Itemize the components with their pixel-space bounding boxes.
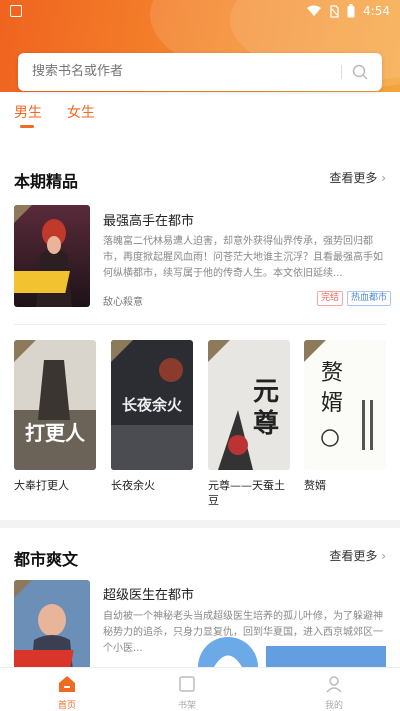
chevron-right-icon: › bbox=[381, 171, 386, 185]
gender-tabs: 男生 女生 bbox=[0, 100, 400, 134]
search-icon[interactable] bbox=[352, 64, 368, 80]
nav-label: 首页 bbox=[57, 701, 76, 711]
header: 4:54 男生 女生 bbox=[0, 0, 400, 150]
status-badge: 完结 bbox=[317, 291, 344, 306]
book-card[interactable]: 元 尊 元尊——天蚕土豆 bbox=[208, 340, 290, 508]
book-cover[interactable]: 元 尊 bbox=[208, 340, 290, 470]
section-featured: 本期精品 查看更多 › 最强高手在都市 落魄富二代林易遭人迫害，却意外获得仙界传… bbox=[0, 150, 400, 520]
view-more-link[interactable]: 查看更多 › bbox=[329, 547, 386, 564]
battery-icon bbox=[347, 4, 355, 18]
active-tab-indicator bbox=[20, 125, 34, 128]
tab-male[interactable]: 男生 bbox=[14, 102, 42, 122]
notification-image-icon bbox=[10, 5, 22, 17]
view-more-link[interactable]: 查看更多 › bbox=[329, 169, 386, 186]
svg-text:婿: 婿 bbox=[321, 391, 343, 416]
search-divider bbox=[341, 65, 342, 79]
book-cover[interactable]: 打更人 bbox=[14, 340, 96, 470]
search-bar[interactable] bbox=[18, 53, 382, 91]
profile-icon bbox=[326, 676, 342, 693]
no-sim-icon bbox=[330, 4, 339, 18]
section-title: 本期精品 bbox=[14, 172, 79, 191]
genre-badge: 热血都市 bbox=[347, 291, 392, 306]
nav-label: 书架 bbox=[177, 701, 196, 711]
svg-text:长夜余火: 长夜余火 bbox=[122, 396, 183, 414]
status-time: 4:54 bbox=[363, 4, 390, 18]
section-title: 都市爽文 bbox=[14, 550, 79, 569]
svg-text:尊: 尊 bbox=[253, 408, 279, 439]
nav-home[interactable]: 首页 bbox=[27, 668, 107, 711]
search-input[interactable] bbox=[32, 53, 332, 91]
view-more-label: 查看更多 bbox=[329, 171, 378, 185]
featured-book-title[interactable]: 超级医生在都市 bbox=[103, 584, 194, 603]
chevron-right-icon: › bbox=[381, 549, 386, 563]
status-bar: 4:54 bbox=[0, 0, 400, 24]
nav-bookshelf[interactable]: 书架 bbox=[147, 668, 227, 711]
nav-label: 我的 bbox=[324, 701, 343, 711]
svg-text:打更人: 打更人 bbox=[25, 421, 86, 445]
svg-text:赘: 赘 bbox=[321, 361, 343, 386]
book-title: 元尊——天蚕土豆 bbox=[208, 479, 285, 507]
featured-book-author: 敌心殺意 bbox=[103, 297, 143, 308]
home-icon bbox=[59, 676, 75, 692]
book-title: 大奉打更人 bbox=[14, 479, 69, 492]
book-cover[interactable]: 赘 婿 bbox=[304, 340, 386, 470]
tab-female[interactable]: 女生 bbox=[67, 102, 95, 122]
svg-text:元: 元 bbox=[253, 377, 279, 407]
book-cover[interactable] bbox=[14, 205, 90, 307]
wifi-icon bbox=[307, 5, 322, 16]
featured-book-description: 落魄富二代林易遭人迫害，却意外获得仙界传承，强势回归都市，再度掀起腥风血雨！问苍… bbox=[103, 236, 383, 279]
book-cover[interactable]: 长夜余火 bbox=[111, 340, 193, 470]
bookshelf-icon bbox=[179, 676, 195, 692]
book-title: 长夜余火 bbox=[111, 479, 155, 492]
book-card[interactable]: 赘 婿 赘婿 bbox=[304, 340, 386, 493]
book-card[interactable]: 打更人 大奉打更人 bbox=[14, 340, 96, 493]
divider bbox=[14, 324, 386, 325]
book-title: 赘婿 bbox=[304, 479, 326, 492]
nav-profile[interactable]: 我的 bbox=[294, 668, 374, 711]
book-card[interactable]: 长夜余火 长夜余火 bbox=[111, 340, 193, 493]
bottom-navigation: 首页 书架 我的 bbox=[0, 667, 400, 711]
featured-book-title[interactable]: 最强高手在都市 bbox=[103, 210, 194, 229]
view-more-label: 查看更多 bbox=[329, 549, 378, 563]
